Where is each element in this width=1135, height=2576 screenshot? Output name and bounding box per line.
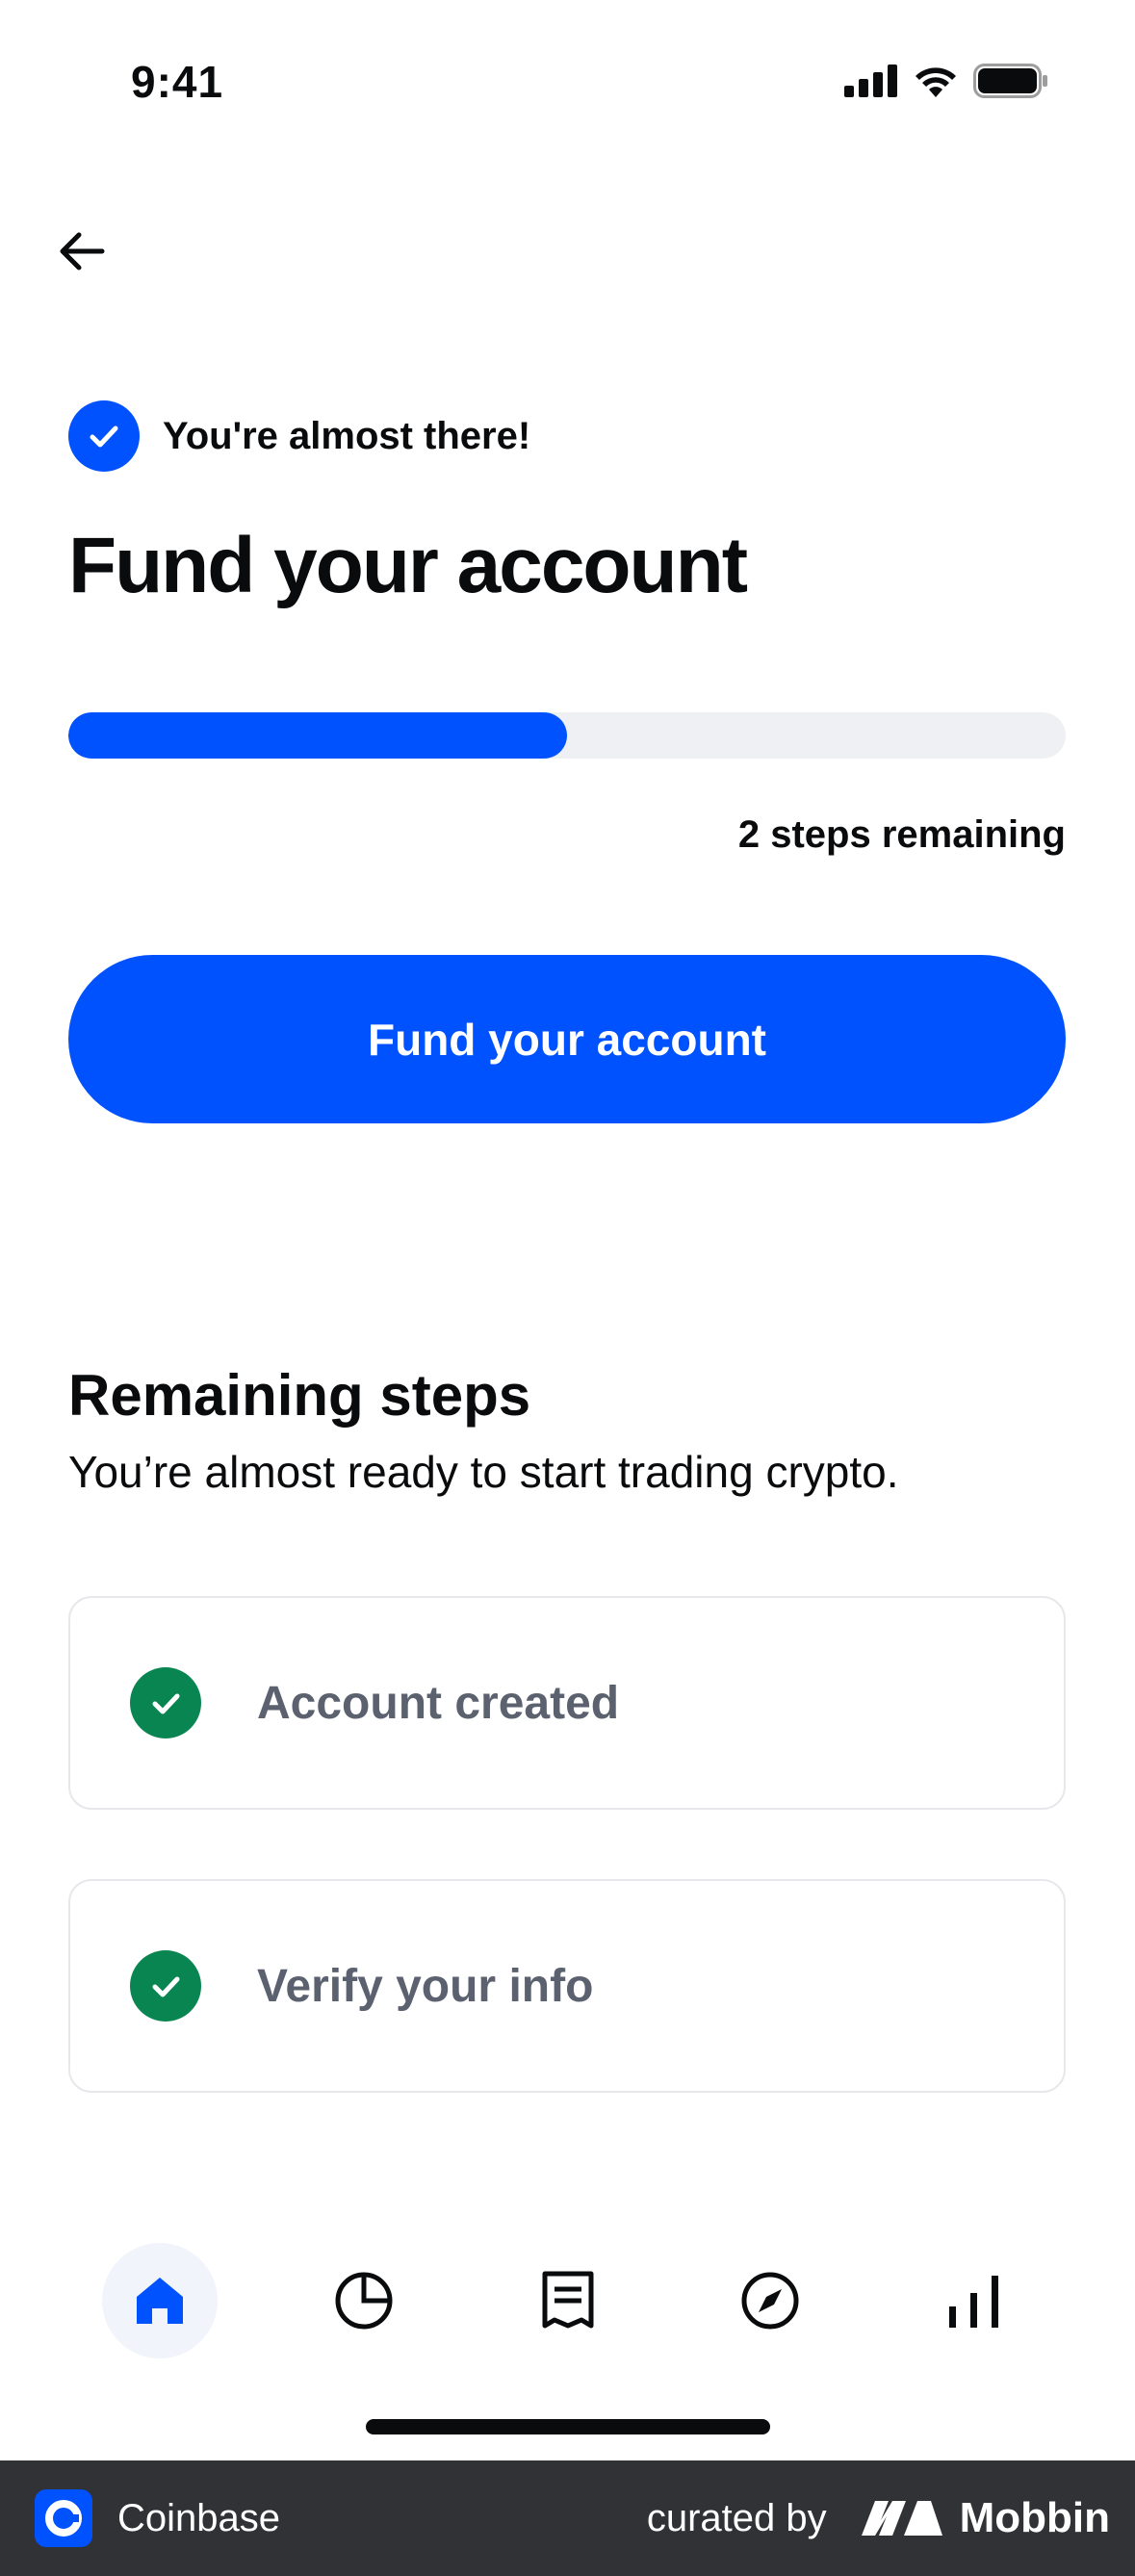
status-time: 9:41 [131,57,224,107]
explore-compass-icon [741,2272,799,2330]
mobbin-logo-icon [861,2501,942,2536]
step-label: Verify your info [257,1960,594,2012]
app-name: Coinbase [117,2496,281,2539]
curated-by-text: curated by [646,2496,827,2539]
step-card-account-created[interactable]: Account created [68,1596,1066,1810]
page-title: Fund your account [68,522,748,609]
remaining-steps-title: Remaining steps [68,1363,531,1428]
check-circle-icon [130,1950,201,2022]
progress-fill [68,712,567,759]
home-icon [137,2278,183,2324]
nav-markets[interactable] [916,2243,1032,2358]
mobbin-text: Mobbin [959,2494,1110,2541]
battery-icon [973,64,1047,98]
coinbase-logo-icon [35,2489,92,2547]
mobbin-brand: Mobbin [860,2494,1110,2542]
attribution-footer: Coinbase curated by Mobbin [0,2460,1135,2576]
nav-portfolio[interactable] [306,2243,422,2358]
steps-remaining-label: 2 steps remaining [737,813,1066,856]
nav-home[interactable] [102,2243,218,2358]
signal-icon [844,64,897,97]
status-icons [844,64,1048,98]
markets-bars-icon [949,2276,998,2328]
wifi-icon [916,67,956,97]
progress-bar [68,712,1066,759]
check-circle-icon [130,1667,201,1739]
bottom-navigation [0,2243,1135,2368]
transactions-receipt-icon [542,2271,594,2329]
nav-explore[interactable] [712,2243,828,2358]
check-circle-icon [68,400,140,472]
home-indicator [366,2419,770,2434]
badge-text: You're almost there! [163,414,531,457]
step-label: Account created [257,1677,620,1729]
nav-transactions[interactable] [510,2243,626,2358]
step-card-verify-info[interactable]: Verify your info [68,1879,1066,2093]
arrow-left-icon [60,232,105,270]
almost-there-badge: You're almost there! [68,400,530,472]
remaining-steps-subtitle: You’re almost ready to start trading cry… [68,1447,899,1497]
portfolio-pie-icon [335,2272,393,2330]
back-button[interactable] [54,223,110,279]
fund-account-button[interactable]: Fund your account [68,955,1066,1123]
